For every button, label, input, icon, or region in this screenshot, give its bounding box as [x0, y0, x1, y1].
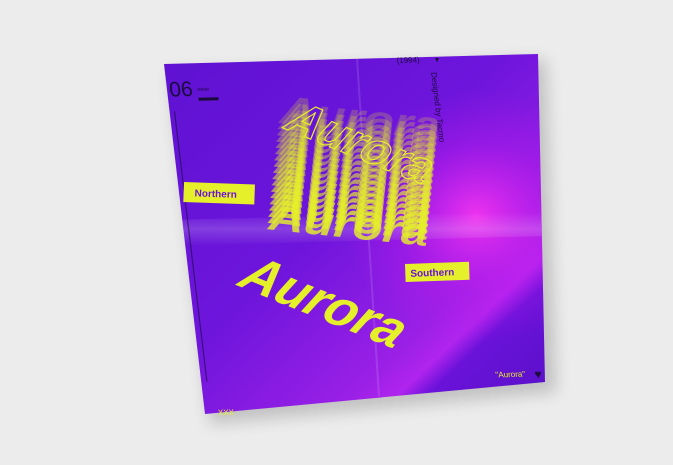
- issue-underline: [198, 97, 219, 101]
- issue-suffix: issue: [197, 86, 210, 92]
- down-arrow-icon: ▼: [433, 57, 441, 64]
- northern-label: Northern: [194, 188, 237, 200]
- southern-label: Southern: [410, 267, 454, 280]
- poster-mockup-scene: AuroraAuroraAuroraAuroraAuroraAuroraAuro…: [164, 54, 556, 424]
- footer-code: XXX: [218, 408, 236, 417]
- year-label: (1994): [396, 56, 420, 66]
- quote-title: "Aurora": [495, 370, 526, 380]
- issue-number: 06: [168, 78, 194, 102]
